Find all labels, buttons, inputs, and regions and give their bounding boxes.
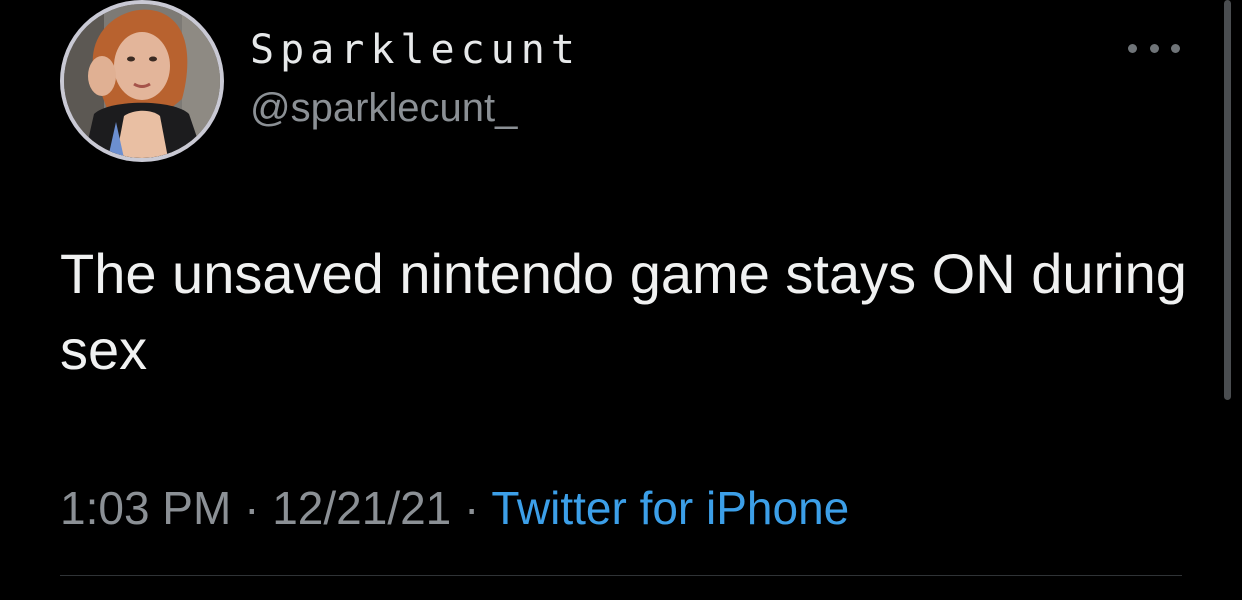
tweet-meta: 1:03 PM · 12/21/21 · Twitter for iPhone	[60, 480, 849, 536]
tweet-time[interactable]: 1:03 PM	[60, 482, 231, 534]
profile-photo-icon	[64, 4, 220, 158]
display-name[interactable]: Sparklecunt	[250, 26, 581, 74]
more-options-icon[interactable]	[1128, 30, 1180, 66]
tweet-date[interactable]: 12/21/21	[272, 482, 451, 534]
dot	[1149, 43, 1159, 53]
divider	[60, 575, 1182, 576]
avatar[interactable]	[60, 0, 224, 162]
separator-dot: ·	[464, 482, 480, 534]
tweet-card: Sparklecunt @sparklecunt_ The unsaved ni…	[0, 0, 1242, 600]
scrollbar[interactable]	[1224, 0, 1231, 400]
tweet-text: The unsaved nintendo game stays ON durin…	[60, 242, 1187, 381]
meta-separator: ·	[244, 482, 272, 534]
dot	[1128, 43, 1137, 53]
separator-dot: ·	[244, 482, 260, 534]
user-handle[interactable]: @sparklecunt_	[250, 84, 517, 132]
tweet-source-link[interactable]: Twitter for iPhone	[491, 482, 849, 534]
meta-separator: ·	[464, 482, 491, 534]
dot	[1171, 43, 1180, 53]
